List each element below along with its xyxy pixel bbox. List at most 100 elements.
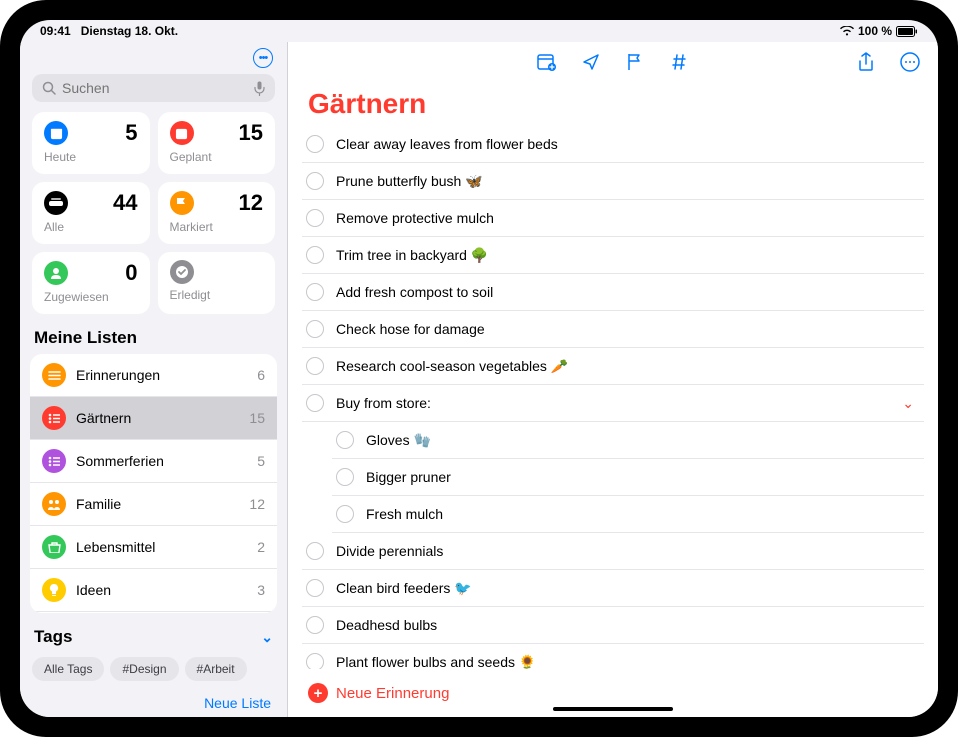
- chevron-down-icon: ⌄: [261, 629, 273, 646]
- reminder-text: Fresh mulch: [366, 506, 920, 522]
- reminder-text: Bigger pruner: [366, 469, 920, 485]
- reminder-checkbox[interactable]: [306, 616, 324, 634]
- reminder-checkbox[interactable]: [306, 394, 324, 412]
- list-icon: [42, 535, 66, 559]
- location-icon[interactable]: [581, 52, 601, 72]
- list-item-lebensmittel[interactable]: Lebensmittel2: [30, 525, 277, 568]
- smart-count: 12: [239, 190, 263, 216]
- reminder-text: Clear away leaves from flower beds: [336, 136, 920, 152]
- sidebar: ••• 5Heute15Geplant44Alle12Markiert0Zuge…: [20, 42, 288, 717]
- reminder-row[interactable]: Remove protective mulch: [302, 200, 924, 237]
- list-item-familie[interactable]: Familie12: [30, 482, 277, 525]
- reminder-text: Check hose for damage: [336, 321, 920, 337]
- status-battery: 100 %: [858, 24, 892, 38]
- reminder-row[interactable]: Buy from store:⌄: [302, 385, 924, 422]
- reminder-row[interactable]: Trim tree in backyard 🌳: [302, 237, 924, 274]
- reminder-checkbox[interactable]: [336, 505, 354, 523]
- mic-icon[interactable]: [254, 81, 265, 96]
- reminder-checkbox[interactable]: [306, 357, 324, 375]
- reminder-checkbox[interactable]: [306, 283, 324, 301]
- list-item-erinnerungen[interactable]: Erinnerungen6: [30, 354, 277, 396]
- reminder-checkbox[interactable]: [306, 135, 324, 153]
- smart-label: Markiert: [170, 220, 264, 234]
- list-item-arbeit[interactable]: Arbeit1: [30, 611, 277, 613]
- list-icon: [42, 406, 66, 430]
- more-options-button[interactable]: •••: [253, 48, 273, 68]
- reminder-checkbox[interactable]: [306, 542, 324, 560]
- reminder-checkbox[interactable]: [336, 468, 354, 486]
- smart-label: Alle: [44, 220, 138, 234]
- list-item-gärtnern[interactable]: Gärtnern 15: [30, 396, 277, 439]
- hashtag-icon[interactable]: [669, 52, 689, 72]
- smart-card-alle[interactable]: 44 Alle: [32, 182, 150, 244]
- reminder-checkbox[interactable]: [306, 209, 324, 227]
- reminder-row[interactable]: Clean bird feeders 🐦: [302, 570, 924, 607]
- new-list-button[interactable]: Neue Liste: [204, 695, 271, 711]
- list-name: Gärtnern: [76, 410, 239, 426]
- reminder-text: Trim tree in backyard 🌳: [336, 247, 920, 264]
- reminder-text: Add fresh compost to soil: [336, 284, 920, 300]
- reminder-row[interactable]: Divide perennials: [302, 533, 924, 570]
- reminder-checkbox[interactable]: [306, 246, 324, 264]
- status-time: 09:41: [40, 24, 71, 38]
- flag-icon[interactable]: [625, 52, 645, 72]
- main-more-button[interactable]: [900, 52, 920, 72]
- my-lists-header: Meine Listen: [34, 328, 273, 348]
- reminder-row[interactable]: Research cool-season vegetables 🥕: [302, 348, 924, 385]
- list-icon: [42, 578, 66, 602]
- smart-count: 0: [125, 260, 137, 286]
- tags-header[interactable]: Tags ⌄: [34, 627, 273, 647]
- home-indicator[interactable]: [553, 707, 673, 711]
- search-input[interactable]: [62, 80, 248, 96]
- list-count: 6: [257, 367, 265, 383]
- status-bar: 09:41 Dienstag 18. Okt. 100 %: [20, 20, 938, 42]
- reminder-row[interactable]: Bigger pruner: [332, 459, 924, 496]
- smart-card-erledigt[interactable]: Erledigt: [158, 252, 276, 314]
- search-field[interactable]: [32, 74, 275, 102]
- reminder-row[interactable]: Deadhesd bulbs: [302, 607, 924, 644]
- reminder-row[interactable]: Clear away leaves from flower beds: [302, 126, 924, 163]
- reminder-text: Divide perennials: [336, 543, 920, 559]
- reminder-row[interactable]: Prune butterfly bush 🦋: [302, 163, 924, 200]
- reminder-row[interactable]: Add fresh compost to soil: [302, 274, 924, 311]
- smart-card-markiert[interactable]: 12 Markiert: [158, 182, 276, 244]
- smart-card-geplant[interactable]: 15Geplant: [158, 112, 276, 174]
- reminder-checkbox[interactable]: [306, 172, 324, 190]
- reminder-row[interactable]: Fresh mulch: [332, 496, 924, 533]
- tag-pill[interactable]: Alle Tags: [32, 657, 104, 681]
- reminder-checkbox[interactable]: [336, 431, 354, 449]
- reminder-row[interactable]: Plant flower bulbs and seeds 🌻: [302, 644, 924, 669]
- list-item-ideen[interactable]: Ideen3: [30, 568, 277, 611]
- reminder-text: Clean bird feeders 🐦: [336, 580, 920, 597]
- calendar-add-icon[interactable]: [537, 52, 557, 72]
- smart-label: Heute: [44, 150, 138, 164]
- list-icon: [42, 492, 66, 516]
- geplant-icon: [170, 121, 194, 145]
- tag-pill[interactable]: #Design: [110, 657, 178, 681]
- reminder-text: Plant flower bulbs and seeds 🌻: [336, 654, 920, 670]
- list-item-sommerferien[interactable]: Sommerferien5: [30, 439, 277, 482]
- smart-card-heute[interactable]: 5Heute: [32, 112, 150, 174]
- reminder-row[interactable]: Check hose for damage: [302, 311, 924, 348]
- list-count: 15: [249, 410, 265, 426]
- search-icon: [42, 81, 56, 95]
- smart-label: Zugewiesen: [44, 290, 138, 304]
- reminder-text: Gloves 🧤: [366, 432, 920, 449]
- reminder-text: Deadhesd bulbs: [336, 617, 920, 633]
- tag-pill[interactable]: #Arbeit: [185, 657, 247, 681]
- list-name: Familie: [76, 496, 239, 512]
- chevron-down-icon[interactable]: ⌄: [902, 395, 920, 412]
- reminder-checkbox[interactable]: [306, 579, 324, 597]
- share-icon[interactable]: [856, 52, 876, 72]
- wifi-icon: [840, 26, 854, 36]
- reminder-checkbox[interactable]: [306, 653, 324, 669]
- smart-card-zugewiesen[interactable]: 0 Zugewiesen: [32, 252, 150, 314]
- battery-icon: [896, 26, 918, 37]
- smart-count: 44: [113, 190, 137, 216]
- smart-label: Erledigt: [170, 288, 264, 302]
- reminder-row[interactable]: Gloves 🧤: [332, 422, 924, 459]
- reminder-text: Research cool-season vegetables 🥕: [336, 358, 920, 375]
- reminder-checkbox[interactable]: [306, 320, 324, 338]
- status-date: Dienstag 18. Okt.: [81, 24, 178, 38]
- list-count: 5: [257, 453, 265, 469]
